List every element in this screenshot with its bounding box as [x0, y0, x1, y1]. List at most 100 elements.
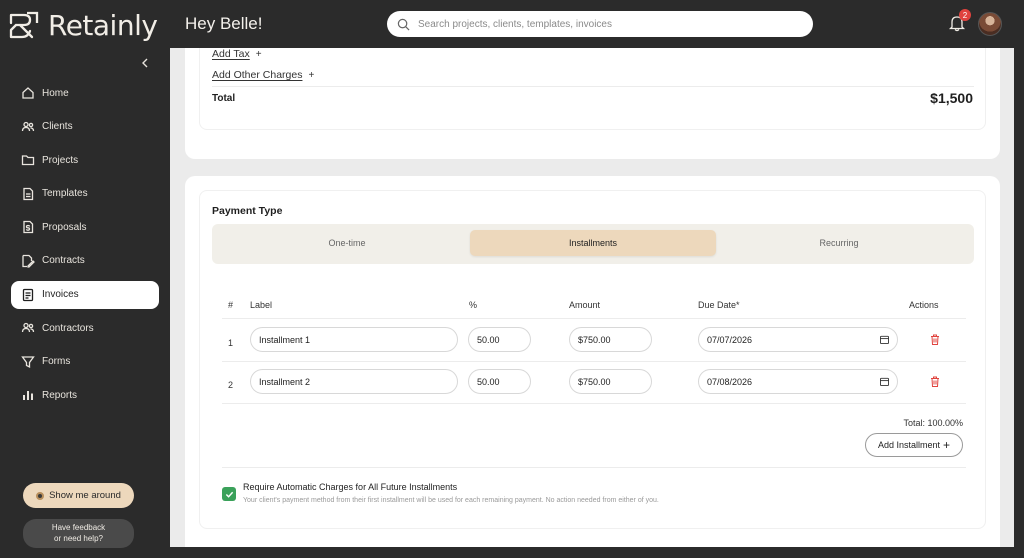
- logo[interactable]: Retainly: [8, 9, 158, 42]
- plus-icon: +: [255, 49, 262, 60]
- installment-label-input[interactable]: Installment 2: [250, 369, 458, 394]
- sidebar-item-label: Home: [42, 87, 69, 99]
- feedback-help-button[interactable]: Have feedback or need help?: [23, 519, 134, 548]
- divider: [222, 403, 966, 404]
- sidebar-item-clients[interactable]: Clients: [11, 113, 159, 141]
- row-number: 1: [228, 338, 234, 348]
- sidebar-nav: Home Clients Projects Templates Proposal…: [11, 79, 159, 415]
- users-icon: [21, 121, 35, 131]
- installment-amount-input[interactable]: $750.00: [569, 327, 652, 352]
- notification-badge: 2: [959, 9, 971, 21]
- column-header-number: #: [228, 300, 234, 310]
- file-dollar-icon: [23, 221, 34, 234]
- sidebar: Home Clients Projects Templates Proposal…: [0, 48, 170, 558]
- payment-panel: Payment Type One-time Installments Recur…: [199, 190, 986, 529]
- users-icon: [21, 323, 35, 333]
- column-header-actions: Actions: [909, 300, 939, 310]
- auto-charge-label: Require Automatic Charges for All Future…: [243, 482, 458, 492]
- sidebar-item-label: Reports: [42, 389, 78, 401]
- option-recurring[interactable]: Recurring: [716, 230, 962, 256]
- payment-card: Payment Type One-time Installments Recur…: [185, 176, 1000, 547]
- installment-due-date-input[interactable]: 07/07/2026: [698, 327, 898, 352]
- installment-amount-input[interactable]: $750.00: [569, 369, 652, 394]
- main-content: Add Tax + Add Other Charges + Total $1,500…: [170, 48, 1014, 547]
- sidebar-item-projects[interactable]: Projects: [11, 146, 159, 174]
- installment-percent-input[interactable]: 50.00: [468, 327, 531, 352]
- add-installment-button[interactable]: Add Installment +: [865, 433, 963, 457]
- trash-icon[interactable]: [930, 334, 940, 345]
- sidebar-item-templates[interactable]: Templates: [11, 180, 159, 208]
- add-installment-label: Add Installment: [877, 440, 941, 450]
- app-root: Retainly Hey Belle! 2 Home Clients: [0, 0, 1024, 558]
- sidebar-item-invoices[interactable]: Invoices: [11, 280, 159, 309]
- add-other-charges-link[interactable]: Add Other Charges +: [212, 69, 314, 81]
- collapse-sidebar-button[interactable]: [138, 56, 152, 70]
- plus-icon: +: [943, 438, 951, 452]
- sidebar-item-label: Contractors: [42, 322, 94, 334]
- invoice-icon: [22, 288, 34, 301]
- payment-type-title: Payment Type: [212, 205, 283, 217]
- column-header-due-date: Due Date*: [698, 300, 740, 310]
- sidebar-item-proposals[interactable]: Proposals: [11, 213, 159, 241]
- calendar-icon[interactable]: [880, 335, 889, 344]
- sidebar-item-label: Contracts: [42, 255, 85, 267]
- top-bar: Retainly Hey Belle! 2: [0, 0, 1024, 48]
- folder-icon: [21, 155, 35, 166]
- summary-panel: Add Tax + Add Other Charges + Total $1,500: [199, 48, 986, 130]
- chevron-left-icon: [142, 58, 148, 68]
- tour-dot-icon: [36, 491, 45, 500]
- sidebar-item-forms[interactable]: Forms: [11, 348, 159, 376]
- sidebar-item-label: Templates: [42, 188, 88, 200]
- sidebar-item-contracts[interactable]: Contracts: [11, 247, 159, 275]
- installments-total-percent: Total: 100.00%: [903, 418, 963, 428]
- due-date-value: 07/07/2026: [707, 334, 753, 345]
- greeting: Hey Belle!: [185, 14, 263, 33]
- help-line-2: or need help?: [54, 533, 103, 543]
- invoice-summary-card: Add Tax + Add Other Charges + Total $1,500: [185, 48, 1000, 159]
- plus-icon: +: [308, 70, 315, 81]
- sidebar-item-label: Clients: [42, 121, 73, 133]
- avatar[interactable]: [978, 12, 1002, 36]
- divider: [222, 318, 966, 319]
- sidebar-item-label: Proposals: [42, 221, 87, 233]
- trash-icon[interactable]: [930, 376, 940, 387]
- checkmark-icon: [225, 491, 233, 498]
- sidebar-item-label: Forms: [42, 356, 71, 368]
- column-header-percent: %: [469, 300, 478, 310]
- sidebar-item-label: Projects: [42, 154, 79, 166]
- row-number: 2: [228, 380, 234, 390]
- installment-percent-input[interactable]: 50.00: [468, 369, 531, 394]
- show-me-around-button[interactable]: Show me around: [23, 483, 134, 508]
- help-line-1: Have feedback: [51, 523, 106, 532]
- auto-charge-checkbox[interactable]: [222, 487, 236, 501]
- file-icon: [23, 187, 34, 200]
- auto-charge-note: Your client's payment method from their …: [243, 497, 659, 504]
- calendar-icon[interactable]: [880, 377, 889, 386]
- divider: [212, 86, 974, 87]
- sidebar-item-home[interactable]: Home: [11, 79, 159, 107]
- sidebar-item-label: Invoices: [42, 289, 79, 301]
- payment-type-selector: One-time Installments Recurring: [212, 224, 974, 264]
- option-installments[interactable]: Installments: [470, 230, 716, 256]
- funnel-icon: [21, 356, 35, 368]
- home-icon: [22, 87, 34, 99]
- search-bar[interactable]: [387, 11, 813, 37]
- logo-icon: [9, 11, 39, 38]
- sidebar-item-contractors[interactable]: Contractors: [11, 314, 159, 342]
- divider: [222, 467, 966, 468]
- sidebar-item-reports[interactable]: Reports: [11, 381, 159, 409]
- search-icon: [397, 18, 410, 30]
- installment-due-date-input[interactable]: 07/08/2026: [698, 369, 898, 394]
- divider: [222, 361, 966, 362]
- add-tax-link[interactable]: Add Tax +: [212, 48, 262, 60]
- option-one-time[interactable]: One-time: [224, 230, 470, 256]
- add-tax-label: Add Tax: [212, 48, 250, 60]
- tour-label: Show me around: [49, 490, 121, 501]
- app-name: Retainly: [48, 9, 158, 42]
- search-input[interactable]: [418, 18, 798, 30]
- contract-icon: [22, 254, 35, 268]
- column-header-amount: Amount: [569, 300, 601, 310]
- installment-label-input[interactable]: Installment 1: [250, 327, 458, 352]
- column-header-label: Label: [250, 300, 273, 310]
- due-date-value: 07/08/2026: [707, 376, 753, 387]
